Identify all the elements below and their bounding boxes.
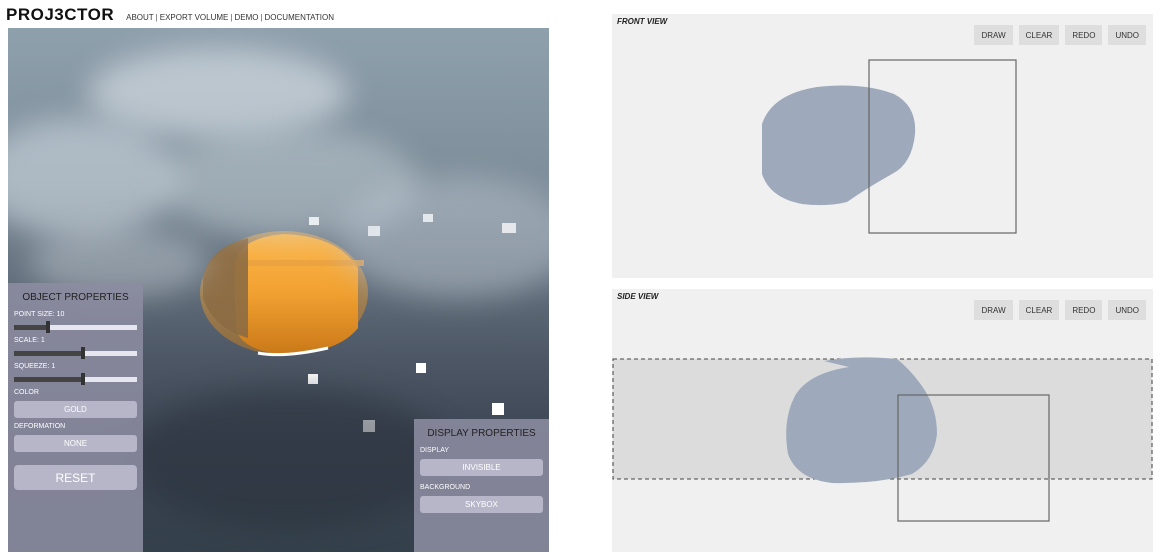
point-size-slider[interactable]	[14, 321, 137, 333]
squeeze-slider[interactable]	[14, 373, 137, 385]
slider-handle[interactable]	[80, 347, 85, 359]
cloud	[128, 388, 448, 528]
nav-export-volume[interactable]: EXPORT VOLUME	[160, 13, 229, 22]
color-select-button[interactable]: GOLD	[14, 401, 137, 418]
object-properties-title: OBJECT PROPERTIES	[22, 292, 129, 303]
background-select-button[interactable]: SKYBOX	[420, 496, 543, 513]
side-view-panel[interactable]: SIDE VIEW DRAW CLEAR REDO UNDO	[612, 289, 1153, 552]
top-nav: ABOUT | EXPORT VOLUME | DEMO | DOCUMENTATION	[126, 13, 334, 25]
cloud	[88, 48, 348, 138]
slider-fill	[14, 351, 83, 356]
slider-handle[interactable]	[80, 373, 85, 385]
app-header: PROJ3CTOR ABOUT | EXPORT VOLUME | DEMO | DOCUM…	[6, 3, 334, 25]
nav-separator: |	[230, 13, 233, 22]
display-properties-title: DISPLAY PROPERTIES	[427, 428, 536, 439]
deformation-select-button[interactable]: NONE	[14, 435, 137, 452]
3d-viewport[interactable]: OBJECT PROPERTIES POINT SIZE: 10 SCALE: …	[8, 28, 549, 552]
front-view-canvas[interactable]	[612, 14, 1153, 278]
front-view-panel[interactable]: FRONT VIEW DRAW CLEAR REDO UNDO	[612, 14, 1153, 278]
display-label: DISPLAY	[420, 447, 450, 454]
color-label: COLOR	[14, 389, 39, 396]
nav-separator: |	[155, 13, 158, 22]
nav-documentation[interactable]: DOCUMENTATION	[265, 13, 334, 22]
slider-handle[interactable]	[46, 321, 51, 333]
nav-about[interactable]: ABOUT	[126, 13, 154, 22]
scale-slider[interactable]	[14, 347, 137, 359]
reset-button[interactable]: RESET	[14, 465, 137, 490]
display-select-button[interactable]: INVISIBLE	[420, 459, 543, 476]
front-drawn-shape	[762, 85, 916, 206]
side-view-canvas[interactable]	[612, 289, 1153, 552]
slider-fill	[14, 325, 49, 330]
nav-demo[interactable]: DEMO	[234, 13, 258, 22]
object-properties-panel: OBJECT PROPERTIES POINT SIZE: 10 SCALE: …	[8, 283, 143, 552]
background-label: BACKGROUND	[420, 484, 471, 491]
nav-separator: |	[260, 13, 263, 22]
app-logo: PROJ3CTOR	[6, 5, 115, 24]
slider-fill	[14, 377, 83, 382]
squeeze-label: SQUEEZE: 1	[14, 363, 56, 370]
scale-label: SCALE: 1	[14, 337, 45, 344]
deformation-label: DEFORMATION	[14, 423, 66, 430]
point-size-label: POINT SIZE: 10	[14, 311, 65, 318]
display-properties-panel: DISPLAY PROPERTIES DISPLAY INVISIBLE BAC…	[414, 419, 549, 552]
